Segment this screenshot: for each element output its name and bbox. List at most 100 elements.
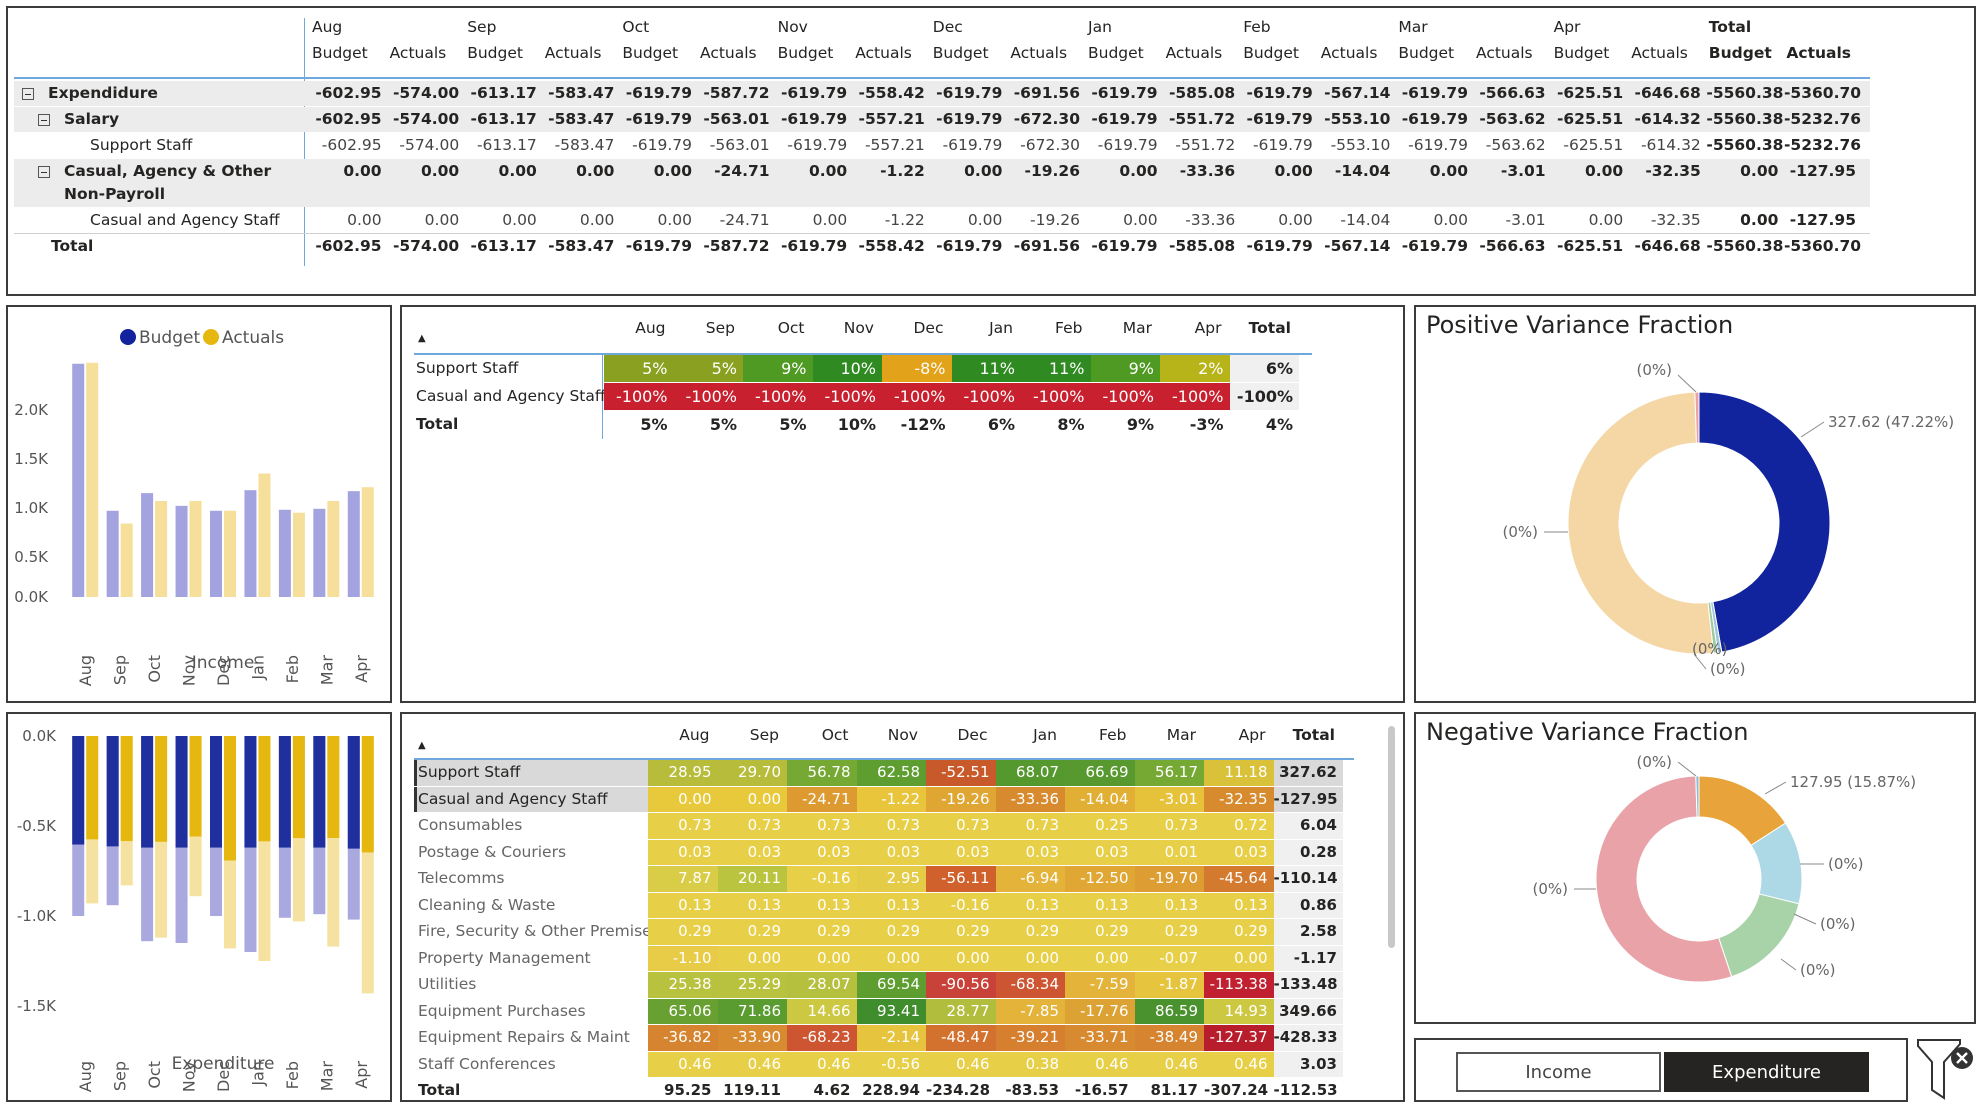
- amt-cell: -127.37: [1204, 1025, 1274, 1051]
- matrix-total-budget-header: Budget: [1708, 44, 1772, 62]
- matrix-cell: 0.00: [1429, 162, 1468, 180]
- bar-budget[interactable]: [141, 736, 154, 848]
- matrix-cell: -14.04: [1334, 162, 1391, 180]
- amt-cell: 0.73: [856, 813, 926, 839]
- donut-data-label: (0%): [1502, 523, 1538, 541]
- amt-cell: 0.00: [717, 786, 787, 812]
- collapse-toggle-icon[interactable]: [38, 114, 50, 126]
- amt-cell: 0.73: [926, 813, 996, 839]
- amt-total-cell: 2.58: [1273, 919, 1343, 945]
- bar-actuals[interactable]: [155, 500, 168, 597]
- bar-budget[interactable]: [72, 736, 85, 845]
- amt-cell: 0.46: [717, 1051, 787, 1077]
- bar-actuals[interactable]: [224, 510, 236, 597]
- matrix-cell: -5360.70: [1784, 84, 1862, 102]
- slicer-income-button[interactable]: Income: [1456, 1052, 1661, 1092]
- bar-budget[interactable]: [72, 363, 85, 597]
- pct-cell: 11%: [951, 355, 1021, 382]
- amt-row-label[interactable]: Support Staff: [418, 763, 520, 781]
- bar-actuals[interactable]: [258, 473, 271, 597]
- matrix-cell: -558.42: [858, 237, 925, 255]
- matrix-cell: -619.79: [625, 84, 692, 102]
- bar-actuals[interactable]: [361, 736, 374, 853]
- bar-actuals[interactable]: [120, 523, 133, 598]
- sort-indicator-icon[interactable]: ▲: [418, 333, 426, 344]
- bar-actuals[interactable]: [86, 362, 99, 597]
- matrix-cell: -672.30: [1020, 136, 1080, 154]
- bar-actuals[interactable]: [189, 736, 202, 837]
- clear-filter-button[interactable]: [1916, 1038, 1976, 1102]
- amt-cell: 0.00: [856, 945, 926, 971]
- bar-actuals[interactable]: [258, 736, 271, 842]
- bar-budget[interactable]: [278, 736, 291, 848]
- bar-actuals[interactable]: [224, 736, 236, 861]
- bar-actuals[interactable]: [86, 736, 99, 840]
- amt-cell: -33.36: [995, 786, 1065, 812]
- amt-row-label[interactable]: Staff Conferences: [418, 1055, 556, 1073]
- donut-slice[interactable]: [1567, 391, 1715, 655]
- bar-budget[interactable]: [210, 736, 222, 848]
- bar-actuals[interactable]: [155, 736, 168, 842]
- bar-budget[interactable]: [347, 736, 360, 849]
- donut-data-label: 327.62 (47.22%): [1828, 413, 1954, 431]
- bar-actuals[interactable]: [327, 736, 340, 838]
- bar-budget[interactable]: [347, 491, 360, 597]
- donut-slice[interactable]: [1718, 893, 1800, 978]
- amt-row-label[interactable]: Casual and Agency Staff: [418, 790, 608, 808]
- bar-budget[interactable]: [175, 505, 188, 597]
- amt-total-cell: -110.14: [1273, 866, 1343, 892]
- bar-budget[interactable]: [313, 508, 326, 597]
- matrix-cell: -619.79: [936, 84, 1003, 102]
- amt-row-label[interactable]: Telecomms: [418, 869, 505, 887]
- sort-indicator-icon[interactable]: ▲: [418, 740, 426, 751]
- vertical-scrollbar[interactable]: [1388, 726, 1395, 948]
- pct-cell: 9%: [1126, 415, 1154, 434]
- amt-cell: 4.62: [813, 1081, 851, 1099]
- amt-row-label[interactable]: Postage & Couriers: [418, 843, 566, 861]
- matrix-cell: -619.79: [1252, 136, 1313, 154]
- collapse-toggle-icon[interactable]: [22, 88, 34, 100]
- matrix-cell: -619.79: [787, 136, 848, 154]
- bar-budget[interactable]: [175, 736, 188, 848]
- bar-budget[interactable]: [210, 510, 222, 597]
- amt-row-label[interactable]: Total: [418, 1081, 460, 1099]
- bar-actuals[interactable]: [120, 736, 133, 842]
- amt-row-label[interactable]: Property Management: [418, 949, 591, 967]
- collapse-toggle-icon[interactable]: [38, 166, 50, 178]
- amt-cell: 0.29: [648, 919, 718, 945]
- matrix-month-header: Jan: [1088, 18, 1112, 36]
- donut-data-label: (0%): [1828, 855, 1864, 873]
- bar-actuals[interactable]: [327, 500, 340, 597]
- y-tick-label: 0.5K: [14, 548, 49, 566]
- matrix-cell: 0.00: [420, 162, 460, 180]
- amt-total-cell: 6.04: [1273, 813, 1343, 839]
- bar-budget[interactable]: [244, 490, 257, 597]
- amt-row-label[interactable]: Equipment Purchases: [418, 1002, 586, 1020]
- amt-row-label[interactable]: Cleaning & Waste: [418, 896, 555, 914]
- pct-cell: 2%: [1160, 355, 1230, 382]
- bar-budget[interactable]: [106, 510, 119, 597]
- matrix-row-label: Casual and Agency Staff: [90, 211, 280, 229]
- matrix-cell: -1.22: [880, 162, 925, 180]
- bar-budget[interactable]: [278, 509, 291, 597]
- bar-actuals[interactable]: [189, 500, 202, 597]
- bar-actuals[interactable]: [292, 736, 305, 839]
- matrix-cell: -619.79: [780, 84, 848, 102]
- amt-cell: -113.38: [1204, 972, 1274, 998]
- bar-budget[interactable]: [313, 736, 326, 848]
- amt-cell: 0.00: [926, 945, 996, 971]
- bar-actuals[interactable]: [292, 512, 305, 597]
- bar-actuals[interactable]: [361, 487, 374, 597]
- pct-cell: 9%: [743, 355, 813, 382]
- matrix-cell: 0.00: [1119, 162, 1158, 180]
- matrix-cell: -551.72: [1168, 110, 1236, 128]
- amt-month-header: Aug: [679, 726, 710, 744]
- bar-budget[interactable]: [244, 736, 257, 848]
- amt-row-label[interactable]: Fire, Security & Other Premises: [418, 922, 660, 940]
- bar-budget[interactable]: [141, 493, 154, 597]
- amt-row-label[interactable]: Utilities: [418, 975, 476, 993]
- slicer-expenditure-button[interactable]: Expenditure: [1664, 1052, 1869, 1092]
- amt-row-label[interactable]: Consumables: [418, 816, 522, 834]
- bar-budget[interactable]: [106, 736, 119, 847]
- amt-row-label[interactable]: Equipment Repairs & Maint: [418, 1028, 630, 1046]
